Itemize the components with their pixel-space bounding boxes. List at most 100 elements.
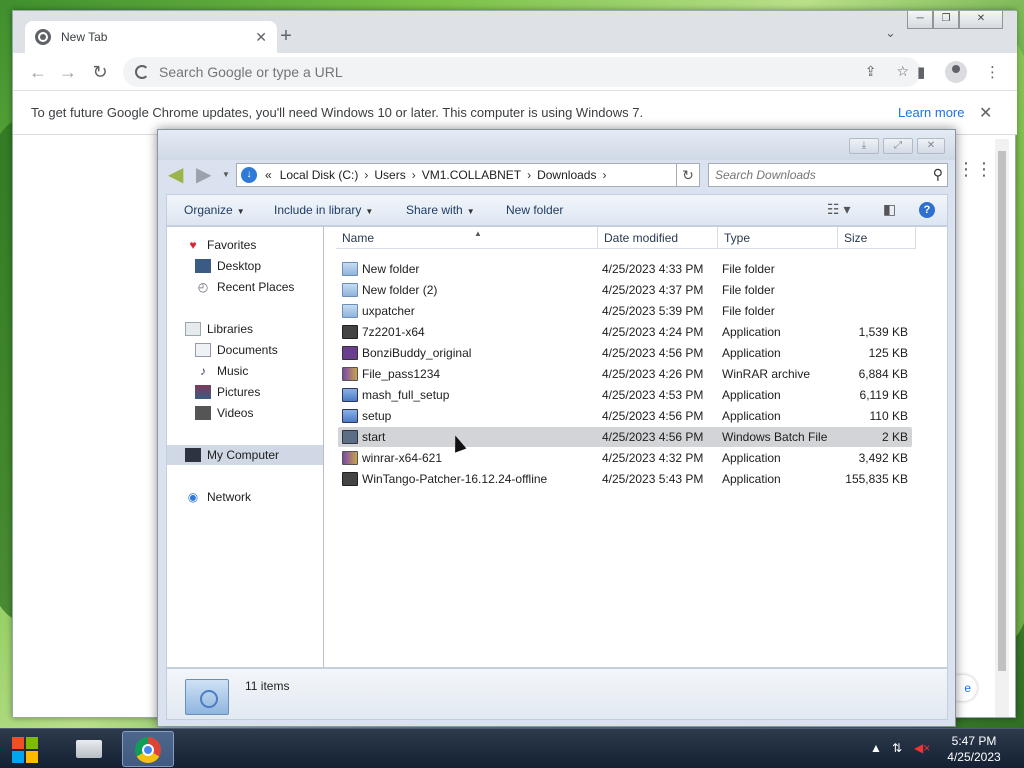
organize-button[interactable]: Organize ▼: [184, 203, 245, 217]
profile-avatar-icon[interactable]: [945, 61, 967, 83]
minimize-icon[interactable]: ─: [907, 11, 933, 29]
include-in-library-button[interactable]: Include in library ▼: [274, 203, 373, 217]
breadcrumb-separator-icon[interactable]: ›: [602, 168, 606, 182]
omnibox[interactable]: ⇪ ☆: [123, 57, 921, 87]
nav-network[interactable]: ◉ Network: [185, 487, 341, 507]
tab-search-chevron-icon[interactable]: ⌄: [885, 25, 896, 41]
close-window-icon[interactable]: ✕: [959, 11, 1003, 29]
clock-time: 5:47 PM: [951, 734, 997, 748]
menu-kebab-icon[interactable]: ⋮: [985, 63, 1000, 81]
file-name: WinTango-Patcher-16.12.24-offline: [362, 472, 548, 486]
breadcrumb-local-disk[interactable]: Local Disk (C:): [280, 168, 359, 182]
help-icon[interactable]: ?: [919, 202, 935, 218]
search-input[interactable]: [715, 168, 915, 182]
breadcrumb-separator-icon[interactable]: ›: [364, 168, 368, 182]
nav-my-computer[interactable]: My Computer: [167, 445, 323, 465]
recent-locations-chevron-icon[interactable]: ▼: [222, 170, 230, 179]
infobar-close-icon[interactable]: ✕: [979, 103, 992, 123]
close-window-icon[interactable]: ✕: [917, 138, 945, 154]
item-count: 11 items: [245, 679, 290, 693]
back-arrow-icon[interactable]: ◀: [168, 164, 192, 186]
refresh-icon[interactable]: ↻: [676, 163, 700, 187]
explorer-titlebar[interactable]: ⤓ ⤢ ✕: [158, 130, 955, 160]
folder-thumbnail-icon: [185, 679, 229, 715]
search-box[interactable]: ⚲: [708, 163, 948, 187]
breadcrumb-overflow[interactable]: «: [265, 168, 272, 182]
network-tray-icon[interactable]: ⇅: [892, 741, 902, 755]
breadcrumb-user[interactable]: VM1.COLLABNET: [422, 168, 521, 182]
file-row[interactable]: uxpatcher 4/25/2023 5:39 PM File folder: [338, 301, 912, 321]
back-arrow-icon[interactable]: ←: [27, 61, 49, 83]
file-name: winrar-x64-621: [362, 451, 443, 465]
file-name: 7z2201-x64: [362, 325, 425, 339]
side-panel-icon[interactable]: ▮: [917, 63, 925, 81]
system-clock[interactable]: 5:47 PM 4/25/2023: [938, 733, 1010, 765]
omnibox-actions: ⇪ ☆: [865, 63, 909, 80]
nav-favorites[interactable]: ♥ Favorites: [185, 235, 341, 255]
minimize-icon[interactable]: ⤓: [849, 138, 879, 154]
column-header-date[interactable]: Date modified: [598, 227, 718, 249]
file-row[interactable]: 7z2201-x64 4/25/2023 4:24 PM Application 1,…: [338, 322, 912, 342]
column-header-size[interactable]: Size: [838, 227, 916, 249]
file-row[interactable]: start 4/25/2023 4:56 PM Windows Batch File…: [338, 427, 912, 447]
windows-logo-icon: [12, 737, 24, 749]
file-date-modified: 4/25/2023 4:56 PM: [602, 430, 704, 444]
breadcrumb-separator-icon[interactable]: ›: [527, 168, 531, 182]
file-row[interactable]: winrar-x64-621 4/25/2023 4:32 PM Applicati…: [338, 448, 912, 468]
maximize-icon[interactable]: ⤢: [883, 138, 913, 154]
reload-icon[interactable]: ↻: [89, 61, 111, 83]
file-date-modified: 4/25/2023 4:33 PM: [602, 262, 704, 276]
share-with-button[interactable]: Share with ▼: [406, 203, 475, 217]
command-bar: Organize ▼ Include in library ▼ Share with…: [166, 194, 948, 226]
change-view-icon[interactable]: ☷ ▾: [827, 201, 850, 218]
file-row[interactable]: setup 4/25/2023 4:56 PM Application 110 KB: [338, 406, 912, 426]
scrollbar-thumb[interactable]: [998, 151, 1006, 671]
taskbar-chrome-button[interactable]: [122, 731, 174, 767]
file-row[interactable]: BonziBuddy_original 4/25/2023 4:56 PM Appl…: [338, 343, 912, 363]
recent-places-icon: ◴: [197, 280, 209, 294]
apps-grid-icon[interactable]: ⋮⋮: [957, 159, 993, 180]
libraries-icon: [185, 322, 201, 336]
omnibox-input[interactable]: [159, 64, 799, 80]
new-folder-button[interactable]: New folder: [506, 203, 563, 217]
file-type: File folder: [722, 262, 775, 276]
explorer-window-controls: ⤓ ⤢ ✕: [849, 138, 945, 154]
volume-muted-icon[interactable]: ◀×: [914, 741, 930, 755]
search-icon[interactable]: ⚲: [933, 166, 943, 183]
restore-icon[interactable]: ❐: [933, 11, 959, 29]
tab-close-icon[interactable]: ✕: [255, 29, 267, 46]
taskbar-explorer-button[interactable]: [62, 731, 114, 767]
column-header-type[interactable]: Type: [718, 227, 838, 249]
file-row[interactable]: WinTango-Patcher-16.12.24-offline 4/25/20…: [338, 469, 912, 489]
bookmark-star-icon[interactable]: ☆: [896, 63, 909, 80]
file-row[interactable]: New folder 4/25/2023 4:33 PM File folder: [338, 259, 912, 279]
address-bar[interactable]: ↓ « Local Disk (C:) › Users › VM1.COLLAB…: [236, 163, 700, 187]
breadcrumb-downloads[interactable]: Downloads: [537, 168, 596, 182]
downloads-icon: ↓: [241, 167, 257, 183]
file-name: New folder (2): [362, 283, 438, 297]
file-size: 6,119 KB: [859, 388, 908, 402]
file-row[interactable]: mash_full_setup 4/25/2023 4:53 PM Applicat…: [338, 385, 912, 405]
file-date-modified: 4/25/2023 4:56 PM: [602, 346, 704, 360]
breadcrumb-users[interactable]: Users: [374, 168, 405, 182]
forward-arrow-icon[interactable]: ▶: [196, 164, 220, 186]
file-type: Application: [722, 346, 781, 360]
nav-libraries[interactable]: Libraries: [185, 319, 341, 339]
forward-arrow-icon[interactable]: →: [57, 61, 79, 83]
file-row[interactable]: File_pass1234 4/25/2023 4:26 PM WinRAR arc…: [338, 364, 912, 384]
breadcrumb-separator-icon[interactable]: ›: [412, 168, 416, 182]
column-header-name[interactable]: Name ▲: [336, 227, 598, 249]
windows-logo-icon: [12, 751, 24, 763]
preview-pane-icon[interactable]: ◧: [883, 201, 896, 218]
learn-more-link[interactable]: Learn more: [898, 105, 964, 120]
chrome-tab-new-tab[interactable]: New Tab ✕: [25, 21, 277, 53]
share-icon[interactable]: ⇪: [865, 63, 877, 80]
chrome-scrollbar[interactable]: [995, 139, 1009, 717]
file-type: Application: [722, 325, 781, 339]
show-hidden-icons-icon[interactable]: ▲: [870, 741, 882, 755]
file-row[interactable]: New folder (2) 4/25/2023 4:37 PM File fold…: [338, 280, 912, 300]
chrome-icon: [135, 737, 161, 763]
start-button[interactable]: [8, 733, 42, 765]
new-tab-plus-icon[interactable]: +: [275, 25, 297, 47]
file-name: File_pass1234: [362, 367, 441, 381]
